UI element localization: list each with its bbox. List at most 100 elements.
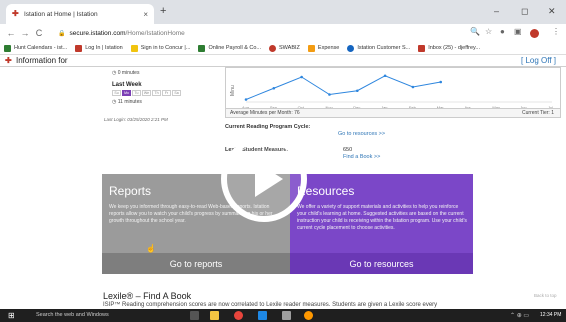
istation-favicon-icon: ✚ — [12, 9, 19, 18]
day-cell: Tu — [132, 90, 141, 96]
url-bar[interactable]: 🔒 secure.istation.com /Home/IstationHome — [58, 26, 428, 40]
log-off-link[interactable]: [ Log Off ] — [521, 56, 556, 65]
maximize-icon[interactable]: ◻ — [521, 6, 528, 17]
edge-icon[interactable] — [258, 311, 267, 320]
bookmark-label: Log In | Istation — [85, 45, 123, 51]
bookmark-item[interactable]: Log In | Istation — [75, 44, 123, 52]
go-to-resources-link[interactable]: Go to resources >> — [338, 131, 385, 137]
forward-button[interactable]: → — [18, 28, 32, 38]
video-play-button[interactable] — [221, 136, 307, 222]
site-header: ✚ Information for [ Log Off ] — [0, 55, 566, 67]
bookmark-icon — [130, 44, 138, 52]
day-cell: Sa — [172, 90, 181, 96]
bookmark-item[interactable]: Online Payroll & Co... — [198, 44, 262, 52]
tab-title: Istation at Home | Istation — [24, 10, 98, 18]
day-cell: Mo — [122, 90, 131, 96]
go-to-reports-button[interactable]: Go to reports — [102, 253, 290, 274]
taskbar-search[interactable]: Search the web and Windows — [36, 312, 109, 318]
minutes-b-row: ◷ 11 minutes — [112, 99, 142, 105]
bookmark-label: Istation Customer S... — [357, 45, 411, 51]
minutes-a-row: ◷ 0 minutes — [112, 70, 139, 76]
data-point — [411, 85, 415, 89]
bookmark-item[interactable]: Sign in to Concur |... — [130, 44, 191, 52]
bookmark-label: Sign in to Concur |... — [140, 45, 191, 51]
bookmark-star-icon[interactable]: ☆ — [485, 27, 492, 36]
data-point — [439, 80, 443, 84]
clock-icon: ◷ — [112, 70, 117, 76]
data-point — [355, 89, 359, 93]
bookmark-item[interactable]: Inbox (25) - djeffrey... — [418, 44, 480, 52]
extension-2-icon[interactable]: ▣ — [514, 27, 522, 36]
data-point — [272, 86, 276, 90]
bookmark-label: Hunt Calendars - ist... — [14, 45, 68, 51]
y-axis-label: Minu — [230, 85, 236, 96]
windows-start-icon[interactable]: ⊞ — [8, 311, 15, 320]
data-point — [328, 93, 331, 96]
profile-avatar[interactable] — [530, 29, 539, 38]
system-tray-icons[interactable]: ⌃ ⊕ ▭ — [510, 312, 529, 319]
extension-icon[interactable]: ● — [500, 27, 505, 36]
back-to-top-link[interactable]: Back to top — [534, 293, 557, 298]
bookmark-label: Inbox (25) - djeffrey... — [428, 45, 480, 51]
bookmark-item[interactable]: SWABIZ — [269, 44, 300, 52]
bookmark-label: SWABIZ — [279, 45, 300, 51]
bookmark-icon — [4, 44, 11, 52]
day-cell: Th — [152, 90, 161, 96]
go-to-resources-button[interactable]: Go to resources — [290, 253, 473, 274]
bookmark-icon — [75, 44, 83, 52]
menu-icon[interactable]: ⋮ — [552, 27, 560, 36]
data-point — [383, 74, 387, 78]
chart-average: Average Minutes per Month: 76 — [230, 110, 300, 116]
bookmark-label: Expense — [317, 45, 340, 51]
app-icon[interactable] — [304, 311, 313, 320]
task-view-icon[interactable] — [190, 311, 199, 320]
last-login: Last Login: 03/25/2020 2:21 PM — [104, 117, 168, 122]
data-point — [244, 98, 248, 101]
bookmark-label: Online Payroll & Co... — [208, 45, 262, 51]
bookmark-item[interactable]: Expense — [307, 44, 340, 52]
resources-panel: Resources We offer a variety of support … — [290, 174, 473, 274]
page-title: Information for — [16, 56, 68, 65]
bookmark-icon — [269, 44, 277, 52]
day-cell: We — [142, 90, 151, 96]
bookmark-icon — [307, 44, 315, 52]
lock-icon: 🔒 — [58, 30, 66, 37]
minutes-b: 11 minutes — [117, 99, 142, 105]
chart-tier: Current Tier: 1 — [522, 110, 554, 116]
lexile-measure-value: 650 — [343, 147, 353, 153]
back-button[interactable]: ← — [4, 28, 18, 38]
browser-tab[interactable]: ✚ Istation at Home | Istation × — [6, 4, 154, 24]
day-cell: Su — [112, 90, 121, 96]
window-close-icon[interactable]: ✕ — [548, 6, 556, 17]
reports-title: Reports — [109, 184, 152, 198]
store-icon[interactable] — [282, 311, 291, 320]
address-toolbar: ← → C 🔒 secure.istation.com /Home/Istati… — [0, 24, 566, 42]
windows-taskbar: ⊞ Search the web and Windows ⌃ ⊕ ▭ 12:34… — [0, 309, 566, 322]
file-explorer-icon[interactable] — [210, 311, 219, 320]
zoom-icon[interactable]: 🔍 — [470, 27, 480, 36]
chart-footer: Average Minutes per Month: 76 Current Ti… — [225, 108, 561, 118]
new-tab-button[interactable]: + — [160, 5, 166, 17]
minimize-icon[interactable]: – — [494, 6, 499, 16]
minutes-line-chart: MinuAugSepOctNovDecJanFebMarAprMayJunJul — [230, 74, 553, 110]
lexile-section-text: ISIP™ Reading comprehension scores are n… — [103, 302, 438, 308]
chrome-icon[interactable] — [234, 311, 243, 320]
url-path: /Home/IstationHome — [125, 29, 185, 37]
play-icon — [255, 161, 283, 197]
clock-icon: ◷ — [112, 99, 117, 105]
browser-tab-bar: ✚ Istation at Home | Istation × + – ◻ ✕ — [0, 0, 566, 24]
data-point — [300, 75, 303, 79]
find-a-book-link[interactable]: Find a Book >> — [343, 154, 380, 160]
istation-logo-icon: ✚ — [5, 56, 12, 65]
last-week-label: Last Week — [112, 82, 142, 88]
taskbar-clock: 12:34 PM — [540, 312, 562, 318]
tab-close-icon[interactable]: × — [143, 10, 148, 19]
lexile-section-title: Lexile® – Find A Book — [103, 291, 192, 301]
bookmark-item[interactable]: Hunt Calendars - ist... — [4, 44, 68, 52]
reload-button[interactable]: C — [32, 28, 46, 38]
cursor-icon: ☝ — [146, 244, 156, 253]
cycle-label: Current Reading Program Cycle: — [225, 124, 311, 130]
bookmark-item[interactable]: Istation Customer S... — [347, 44, 411, 52]
series-line — [245, 75, 441, 100]
bookmarks-bar: Hunt Calendars - ist... Log In | Istatio… — [0, 42, 566, 55]
